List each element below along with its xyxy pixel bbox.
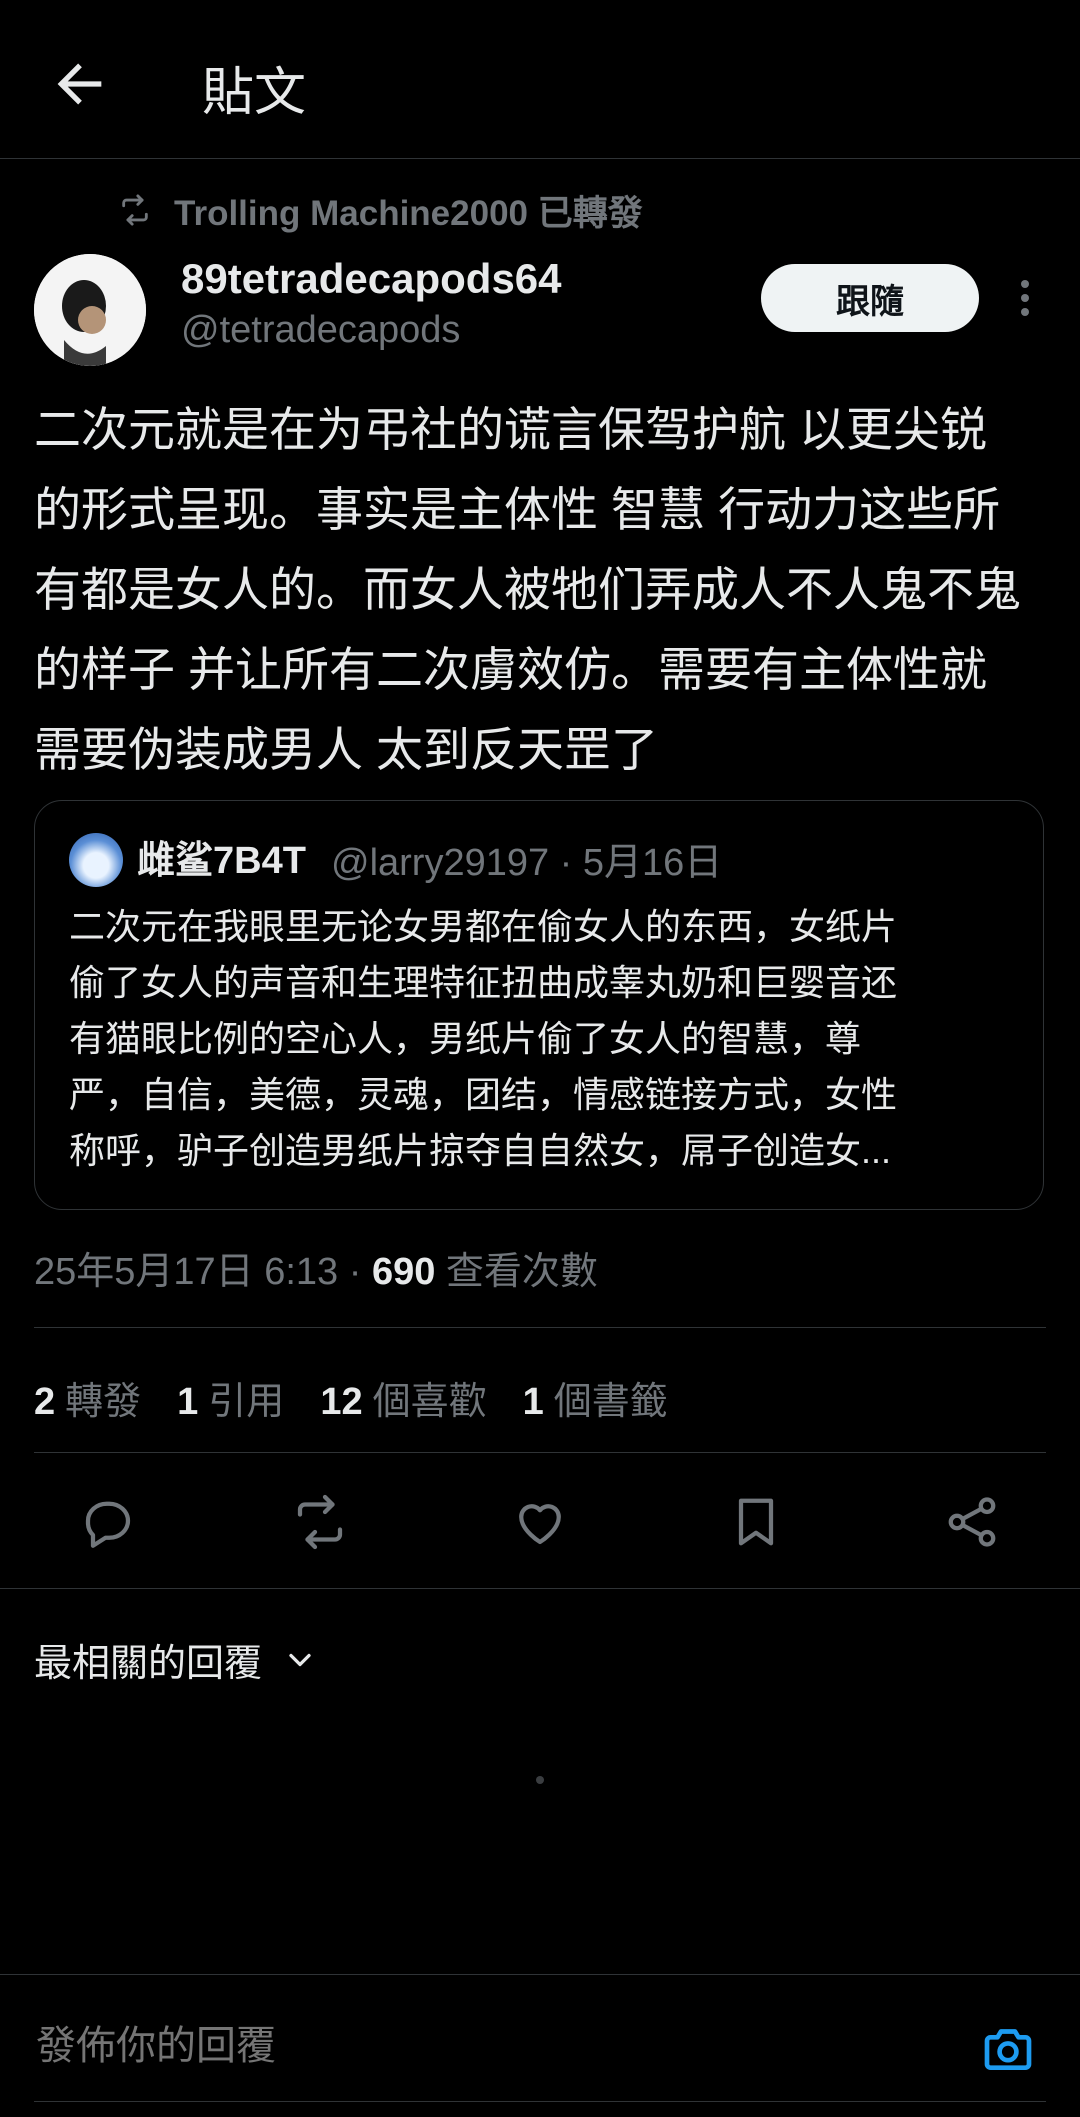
action-bar bbox=[0, 1480, 1080, 1560]
bookmarks-label: 個書籤 bbox=[553, 1381, 668, 1423]
quote-text-line: 二次元在我眼里无论女男都在偷女人的东西，女纸片 bbox=[69, 906, 898, 947]
share-icon[interactable] bbox=[942, 1492, 1002, 1552]
top-bar: 貼文 bbox=[0, 0, 1080, 159]
retweets-stat[interactable]: 2 轉發 bbox=[34, 1370, 141, 1425]
quote-text-line: 有猫眼比例的空心人，男纸片偷了女人的智慧，尊 bbox=[69, 1018, 862, 1059]
retweet-icon[interactable] bbox=[290, 1492, 350, 1552]
reply-underline bbox=[34, 2101, 1046, 2102]
likes-label: 個喜歡 bbox=[372, 1381, 487, 1423]
tweet-text-line: 二次元就是在为弔社的谎言保驾护航 以更尖锐 bbox=[34, 403, 988, 456]
tweet-text-line: 的样子 并让所有二次虜效仿。需要有主体性就 bbox=[34, 643, 988, 696]
tweet-text-line: 的形式呈现。事实是主体性 智慧 行动力这些所 bbox=[34, 483, 1001, 536]
bookmark-icon[interactable] bbox=[726, 1492, 786, 1552]
quotes-stat[interactable]: 1 引用 bbox=[177, 1370, 284, 1425]
divider bbox=[0, 1588, 1080, 1589]
retweeted-by[interactable]: Trolling Machine2000 已轉發 bbox=[118, 185, 643, 235]
views-count: 690 bbox=[371, 1251, 436, 1293]
quotes-label: 引用 bbox=[208, 1381, 285, 1423]
reply-input[interactable] bbox=[34, 2023, 938, 2070]
like-icon[interactable] bbox=[510, 1492, 570, 1552]
likes-count: 12 bbox=[320, 1381, 363, 1423]
divider bbox=[34, 1327, 1046, 1328]
back-arrow-icon[interactable] bbox=[48, 52, 112, 116]
quote-display-name: 雌鲨7B4T bbox=[137, 840, 306, 882]
timestamp-views: 25年5月17日 6:13 · 690 查看次數 bbox=[34, 1240, 598, 1295]
divider bbox=[34, 1452, 1046, 1453]
reply-icon[interactable] bbox=[78, 1492, 138, 1552]
tweet-text-line: 需要伪装成男人 太到反天罡了 bbox=[34, 723, 659, 776]
quote-text-line: 偷了女人的声音和生理特征扭曲成睾丸奶和巨婴音还 bbox=[69, 962, 898, 1003]
chevron-down-icon bbox=[282, 1642, 318, 1678]
avatar[interactable] bbox=[34, 254, 146, 366]
quote-avatar bbox=[69, 833, 123, 887]
bookmarks-stat[interactable]: 1 個書籤 bbox=[523, 1370, 668, 1425]
quote-text-line: 称呼，驴子创造男纸片掠夺自自然女，屌子创造女... bbox=[69, 1130, 892, 1171]
tweet-text-line: 有都是女人的。而女人被牠们弄成人不人鬼不鬼 bbox=[34, 563, 1021, 616]
views-label: 查看次數 bbox=[435, 1251, 598, 1293]
follow-button[interactable]: 跟隨 bbox=[761, 264, 979, 332]
retweets-count: 2 bbox=[34, 1381, 56, 1423]
likes-stat[interactable]: 12 個喜歡 bbox=[320, 1370, 486, 1425]
tweet-text: 二次元就是在为弔社的谎言保驾护航 以更尖锐 的形式呈现。事实是主体性 智慧 行动… bbox=[34, 390, 1054, 790]
more-vertical-icon[interactable] bbox=[1010, 276, 1040, 320]
quote-text: 二次元在我眼里无论女男都在偷女人的东西，女纸片 偷了女人的声音和生理特征扭曲成睾… bbox=[69, 899, 1009, 1179]
bookmarks-count: 1 bbox=[522, 1381, 544, 1423]
quote-text-line: 严，自信，美德，灵魂，团结，情感链接方式，女性 bbox=[69, 1074, 898, 1115]
quote-handle-date: @larry29197 · 5月16日 bbox=[331, 842, 723, 884]
replies-sort-label: 最相關的回覆 bbox=[34, 1643, 263, 1685]
timestamp: 25年5月17日 6:13 · bbox=[34, 1251, 372, 1293]
camera-icon[interactable] bbox=[980, 2021, 1036, 2077]
author-display-name[interactable]: 89tetradecapods64 bbox=[181, 255, 562, 303]
reply-composer bbox=[0, 1974, 1080, 2117]
quotes-count: 1 bbox=[177, 1381, 199, 1423]
retweeted-by-label: Trolling Machine2000 已轉發 bbox=[174, 193, 643, 233]
replies-sort-dropdown[interactable]: 最相關的回覆 bbox=[34, 1632, 318, 1687]
retweet-icon bbox=[118, 193, 152, 227]
quoted-tweet[interactable]: 雌鲨7B4T @larry29197 · 5月16日 二次元在我眼里无论女男都在… bbox=[34, 800, 1044, 1210]
loading-indicator bbox=[536, 1776, 544, 1784]
author-handle[interactable]: @tetradecapods bbox=[181, 309, 460, 352]
retweets-label: 轉發 bbox=[65, 1381, 142, 1423]
engagement-stats: 2 轉發 1 引用 12 個喜歡 1 個書籤 bbox=[34, 1370, 668, 1425]
page-title: 貼文 bbox=[202, 64, 307, 122]
